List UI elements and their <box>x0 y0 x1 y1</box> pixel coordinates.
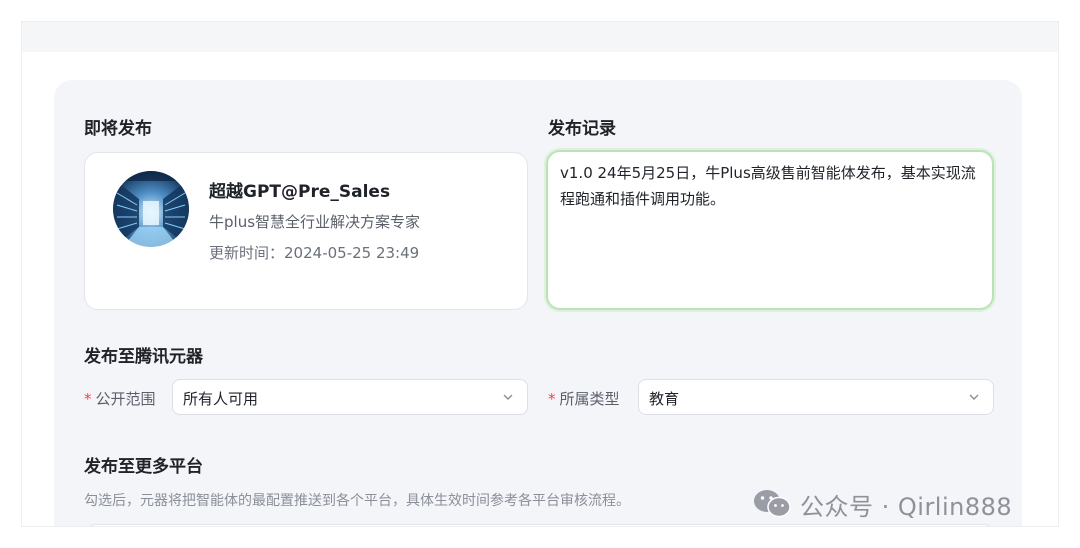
agent-updated-time: 更新时间：2024-05-25 23:49 <box>209 242 419 263</box>
watermark-text: 公众号 · Qirlin888 <box>800 492 1013 521</box>
wechat-icon <box>754 490 791 518</box>
visibility-select-value: 所有人可用 <box>183 390 259 408</box>
server-room-image <box>113 171 189 247</box>
updated-label: 更新时间： <box>209 244 285 262</box>
category-select[interactable]: 教育 <box>638 379 994 415</box>
visibility-select[interactable]: 所有人可用 <box>172 379 528 415</box>
chevron-down-icon <box>969 394 979 400</box>
more-platforms-hint: 勾选后，元器将把智能体的最配置推送到各个平台，具体生效时间参考各平台审核流程。 <box>84 493 630 509</box>
updated-value: 2024-05-25 23:49 <box>284 244 420 262</box>
platform-list <box>84 524 996 526</box>
visibility-label: * 公开范围 <box>84 390 156 408</box>
release-record-title: 发布记录 <box>548 119 616 139</box>
publish-panel: 即将发布 发布记录 超越GPT@Pre_Sales 牛plus智慧全行业解决方案… <box>54 80 1022 526</box>
agent-description: 牛plus智慧全行业解决方案专家 <box>209 213 421 231</box>
chevron-down-icon <box>503 394 513 400</box>
watermark: 公众号 · Qirlin888 <box>752 486 1012 522</box>
agent-name: 超越GPT@Pre_Sales <box>209 182 391 202</box>
agent-card: 超越GPT@Pre_Sales 牛plus智慧全行业解决方案专家 更新时间：20… <box>84 152 528 310</box>
tencent-section-title: 发布至腾讯元器 <box>84 347 203 367</box>
release-notes-textarea[interactable]: v1.0 24年5月25日，牛Plus高级售前智能体发布，基本实现流程跑通和插件… <box>546 150 994 310</box>
top-bar <box>22 22 1058 52</box>
more-platforms-title: 发布至更多平台 <box>84 457 203 477</box>
app-window: 即将发布 发布记录 超越GPT@Pre_Sales 牛plus智慧全行业解决方案… <box>22 22 1058 526</box>
upcoming-release-title: 即将发布 <box>84 119 152 139</box>
category-label: * 所属类型 <box>548 390 620 408</box>
category-select-value: 教育 <box>649 390 680 408</box>
required-mark: * <box>548 390 556 408</box>
agent-avatar <box>113 171 189 247</box>
required-mark: * <box>84 390 92 408</box>
